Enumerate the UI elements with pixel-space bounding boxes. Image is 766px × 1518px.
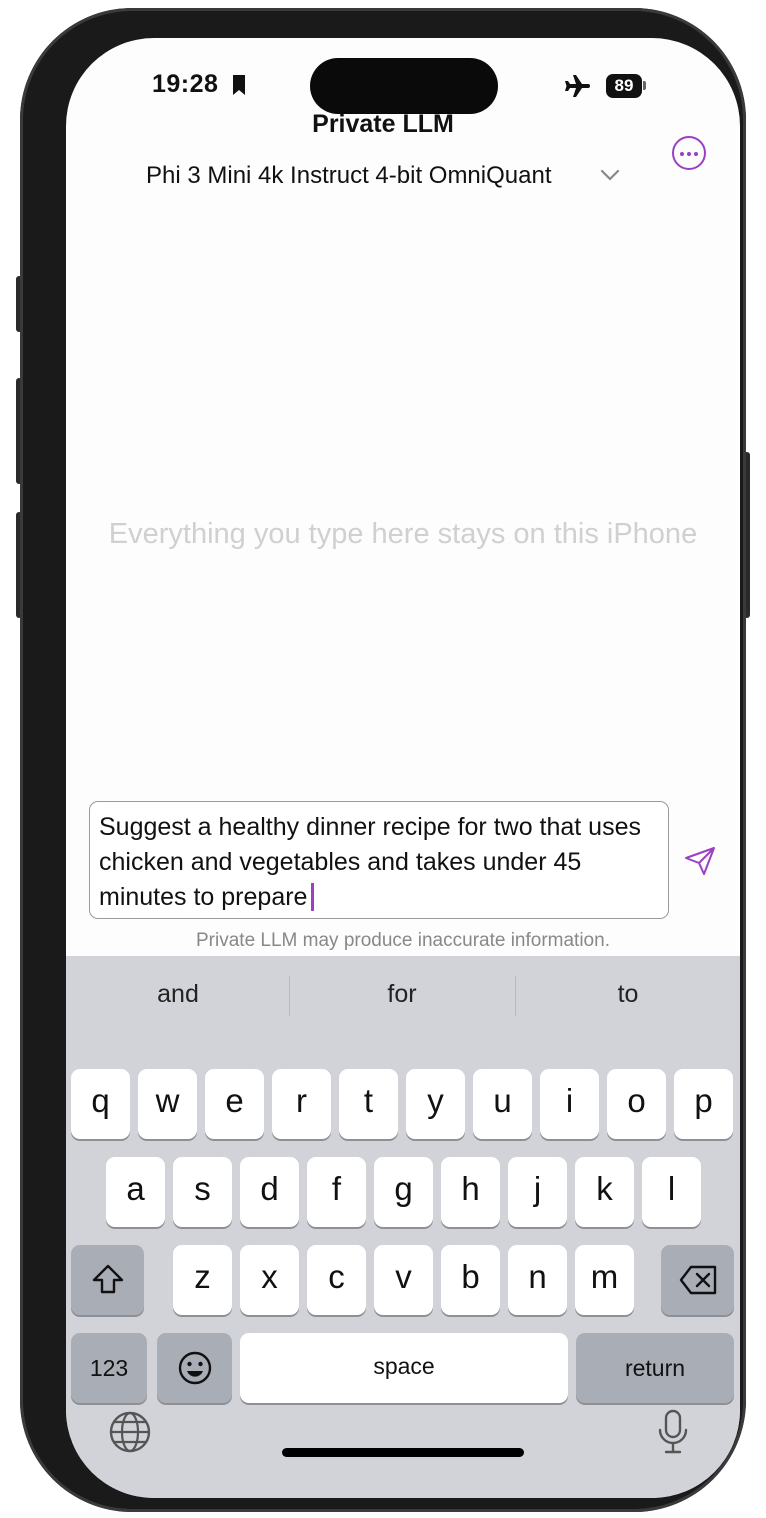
key-v[interactable]: v <box>374 1245 433 1315</box>
app-title: Private LLM <box>312 110 454 138</box>
shift-arrow-icon <box>92 1264 123 1294</box>
key-q[interactable]: q <box>71 1069 130 1139</box>
battery-indicator: 89 <box>606 74 642 98</box>
dot <box>687 152 691 156</box>
key-y[interactable]: y <box>406 1069 465 1139</box>
key-s[interactable]: s <box>173 1157 232 1227</box>
return-key[interactable]: return <box>576 1333 734 1403</box>
empty-state-text: Everything you type here stays on this i… <box>108 518 698 550</box>
emoji-icon <box>178 1351 211 1385</box>
key-d[interactable]: d <box>240 1157 299 1227</box>
key-a[interactable]: a <box>106 1157 165 1227</box>
numbers-key[interactable]: 123 <box>71 1333 147 1403</box>
key-u[interactable]: u <box>473 1069 532 1139</box>
key-x[interactable]: x <box>240 1245 299 1315</box>
key-f[interactable]: f <box>307 1157 366 1227</box>
dot <box>694 152 698 156</box>
message-input[interactable]: Suggest a healthy dinner recipe for two … <box>89 801 669 919</box>
delete-key[interactable] <box>661 1245 734 1315</box>
paper-plane-icon[interactable] <box>684 846 716 881</box>
suggestion-3[interactable]: to <box>516 980 740 1009</box>
dynamic-island <box>310 58 498 114</box>
key-l[interactable]: l <box>642 1157 701 1227</box>
microphone-icon[interactable] <box>656 1408 690 1461</box>
key-g[interactable]: g <box>374 1157 433 1227</box>
key-r[interactable]: r <box>272 1069 331 1139</box>
shift-key[interactable] <box>71 1245 144 1315</box>
airplane-mode-icon <box>562 74 590 103</box>
backspace-icon <box>679 1265 716 1295</box>
disclaimer-text: Private LLM may produce inaccurate infor… <box>196 930 610 951</box>
suggestion-1[interactable]: and <box>66 980 290 1009</box>
key-e[interactable]: e <box>205 1069 264 1139</box>
key-i[interactable]: i <box>540 1069 599 1139</box>
model-selector[interactable]: Phi 3 Mini 4k Instruct 4-bit OmniQuant <box>146 162 552 190</box>
space-key[interactable]: space <box>240 1333 568 1403</box>
keyboard: and for to q w e r t y u i o p a s d f g… <box>66 956 740 1498</box>
dot <box>680 152 684 156</box>
key-z[interactable]: z <box>173 1245 232 1315</box>
bookmark-icon <box>232 74 246 101</box>
key-n[interactable]: n <box>508 1245 567 1315</box>
key-m[interactable]: m <box>575 1245 634 1315</box>
key-o[interactable]: o <box>607 1069 666 1139</box>
key-k[interactable]: k <box>575 1157 634 1227</box>
chevron-down-icon[interactable] <box>600 168 620 187</box>
key-c[interactable]: c <box>307 1245 366 1315</box>
screen: 19:28 89 Private LLM Phi 3 Mini 4k Instr… <box>66 38 740 1498</box>
key-h[interactable]: h <box>441 1157 500 1227</box>
key-j[interactable]: j <box>508 1157 567 1227</box>
phone-frame: 19:28 89 Private LLM Phi 3 Mini 4k Instr… <box>20 8 746 1512</box>
key-w[interactable]: w <box>138 1069 197 1139</box>
key-t[interactable]: t <box>339 1069 398 1139</box>
suggestion-2[interactable]: for <box>290 980 514 1009</box>
message-input-text: Suggest a healthy dinner recipe for two … <box>99 813 641 911</box>
key-b[interactable]: b <box>441 1245 500 1315</box>
home-indicator[interactable] <box>282 1448 524 1457</box>
text-cursor <box>311 883 315 911</box>
battery-nub <box>643 81 646 90</box>
emoji-key[interactable] <box>157 1333 232 1403</box>
status-time: 19:28 <box>152 70 219 98</box>
globe-icon[interactable] <box>108 1410 152 1459</box>
more-options-button[interactable] <box>672 136 706 170</box>
key-p[interactable]: p <box>674 1069 733 1139</box>
